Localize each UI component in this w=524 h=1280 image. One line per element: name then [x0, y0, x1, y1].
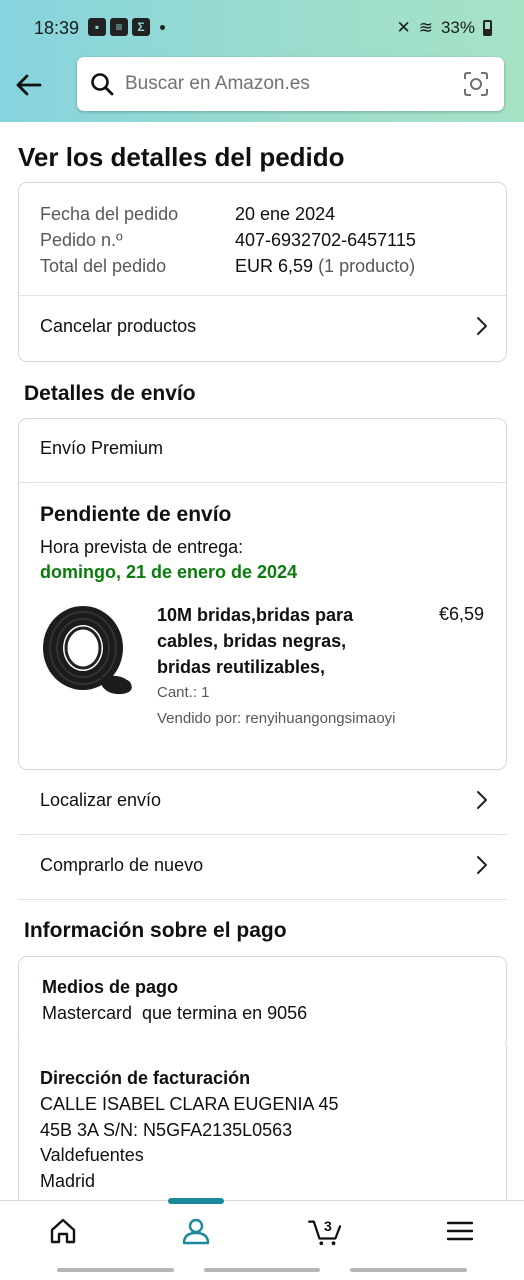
menu-icon[interactable] — [445, 1216, 475, 1246]
product-title-line: cables, bridas negras, — [157, 631, 347, 651]
order-total-value: EUR 6,59 (1 producto) — [235, 256, 415, 277]
battery-percent: 33% — [440, 18, 475, 37]
billing-address-line: CALLE ISABEL CLARA EUGENIA 45 — [40, 1094, 339, 1114]
gesture-bar — [350, 1268, 467, 1272]
shipping-method: Envío Premium — [40, 438, 164, 458]
product-title-line: 10M bridas,bridas para — [157, 605, 354, 625]
order-total-label: Total del pedido — [40, 256, 167, 276]
buy-again-label[interactable]: Comprarlo de nuevo — [40, 855, 203, 876]
product-price: €6,59 — [438, 604, 484, 624]
payment-methods-card — [18, 956, 507, 1048]
gallery-icon: ▪ — [88, 18, 106, 36]
product-quantity: Cant.: 1 — [157, 684, 210, 701]
divider — [19, 482, 506, 483]
search-icon — [91, 73, 114, 96]
search-placeholder: Buscar en Amazon.es — [125, 73, 310, 94]
account-icon[interactable] — [181, 1216, 211, 1246]
status-bar: 18:39 ▪ ≡ Σ ✕ ≋ 33% — [0, 0, 524, 56]
more-notifications-icon — [160, 24, 165, 30]
active-tab-indicator — [168, 1198, 224, 1204]
billing-address-line: Valdefuentes — [40, 1145, 144, 1165]
product-title[interactable]: 10M bridas,bridas para cables, bridas ne… — [157, 602, 387, 680]
shipment-status-title: Pendiente de envío — [40, 503, 232, 526]
track-shipment-label[interactable]: Localizar envío — [40, 790, 161, 811]
status-time: 18:39 — [34, 18, 80, 38]
product-seller: Vendido por: renyihuangongsimaoyi — [157, 710, 396, 727]
ticket-icon: ≡ — [110, 18, 128, 36]
mute-icon: ✕ — [396, 18, 411, 37]
sigma-icon: Σ — [132, 18, 150, 36]
page-title: Ver los detalles del pedido — [18, 142, 345, 172]
cart-count: 3 — [324, 1218, 332, 1234]
app-header: 18:39 ▪ ≡ Σ ✕ ≋ 33% Buscar en Amazon.es — [0, 0, 524, 122]
eta-value: domingo, 21 de enero de 2024 — [40, 562, 298, 582]
chevron-right-icon[interactable] — [475, 316, 489, 336]
shipping-section-title: Detalles de envío — [24, 382, 196, 405]
order-total-count: (1 producto) — [318, 256, 416, 276]
system-icons: ✕ ≋ 33% — [396, 18, 492, 38]
payment-section-title: Información sobre el pago — [24, 919, 287, 942]
order-date-label: Fecha del pedido — [40, 204, 179, 224]
gesture-bar — [57, 1268, 174, 1272]
notification-icons: ▪ ≡ Σ — [88, 18, 165, 36]
cancel-products-label[interactable]: Cancelar productos — [40, 316, 196, 337]
home-icon[interactable] — [48, 1216, 78, 1246]
billing-address-line: Madrid — [40, 1171, 96, 1191]
product-image[interactable] — [38, 600, 138, 700]
gesture-bar — [204, 1268, 320, 1272]
payment-methods-value: Mastercard que termina en 9056 — [42, 1003, 308, 1023]
battery-icon — [483, 20, 492, 36]
chevron-right-icon[interactable] — [475, 855, 489, 875]
back-arrow-icon[interactable] — [12, 68, 46, 102]
search-input[interactable]: Buscar en Amazon.es — [77, 57, 504, 111]
product-title-line: bridas reutilizables, — [157, 657, 326, 677]
order-number-label: Pedido n.º — [40, 230, 123, 250]
wifi-icon: ≋ — [418, 18, 433, 37]
chevron-right-icon[interactable] — [475, 790, 489, 810]
divider — [18, 899, 507, 900]
eta-label: Hora prevista de entrega: — [40, 537, 244, 557]
order-total-amount: EUR 6,59 — [235, 256, 314, 276]
billing-address-label: Dirección de facturación — [40, 1068, 251, 1088]
camera-lens-icon[interactable] — [462, 70, 490, 98]
order-date-value: 20 ene 2024 — [235, 204, 336, 224]
cart-icon[interactable]: 3 — [306, 1216, 346, 1246]
billing-address-line: 45B 3A S/N: N5GFA2135L0563 — [40, 1120, 293, 1140]
payment-methods-label: Medios de pago — [42, 977, 179, 997]
order-number-value: 407-6932702-6457115 — [235, 230, 416, 250]
